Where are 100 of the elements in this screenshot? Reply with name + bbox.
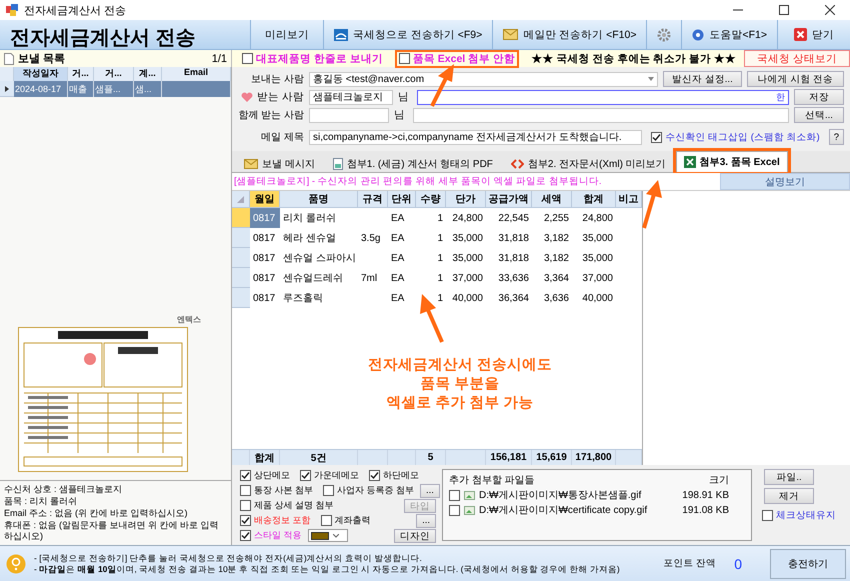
help-button[interactable]: ? — [828, 129, 844, 145]
option-checkbox[interactable]: 상단메모 — [236, 467, 294, 484]
logo-text: 엔텍스 — [177, 314, 201, 325]
charge-button[interactable]: 충전하기 — [770, 548, 846, 578]
explain-button[interactable]: 설명보기 — [720, 173, 850, 190]
option-checkbox[interactable]: 품목 Excel 첨부 안함 — [394, 50, 520, 68]
form-button[interactable]: 발신자 설정... — [663, 71, 742, 87]
point-value: 0 — [734, 556, 742, 572]
option-checkbox[interactable]: 체크상태유지 — [758, 507, 840, 524]
option-button[interactable]: ... — [416, 514, 436, 528]
row-header[interactable] — [0, 81, 14, 97]
app-icon — [6, 4, 18, 16]
option-checkbox[interactable]: 사업자 등록증 첨부 — [319, 482, 418, 499]
table-cell: 샘플... — [94, 81, 134, 97]
recipient-email-field[interactable]: 한 — [417, 90, 789, 104]
column-header[interactable]: 작성일자 — [14, 67, 68, 81]
table-cell-text: 1 — [436, 232, 444, 246]
tab[interactable]: 첨부3. 품목 Excel — [676, 151, 788, 172]
toolbar-button[interactable]: 도움말<F1> — [681, 20, 777, 49]
save-button[interactable]: 저장 — [794, 89, 844, 105]
file-button[interactable]: 제거 — [764, 488, 814, 504]
option-checkbox[interactable]: 통장 사본 첨부 — [236, 482, 318, 499]
file-name[interactable]: D:₩게시판이미지₩certificate copy.gif — [479, 503, 678, 517]
info-text: Email 주소 : 없음 (위 칸에 바로 입력하십시오) — [4, 508, 189, 519]
checkbox[interactable] — [300, 470, 311, 481]
checkbox[interactable] — [449, 504, 460, 516]
table-cell-text: EA — [390, 252, 406, 266]
corner-triangle-icon — [237, 196, 244, 202]
panel-title: 추가 첨부할 파일들 — [449, 474, 536, 487]
settings-button[interactable] — [646, 20, 682, 49]
info-text: 수신처 상호 : 샘플테크놀로지 — [4, 484, 124, 495]
recipient-name-field[interactable]: 샘플테크놀로지 — [309, 90, 393, 104]
cc-name-field[interactable] — [309, 108, 389, 122]
option-checkbox[interactable]: 대표제품명 한줄로 보내기 — [238, 50, 387, 68]
table-cell-text: 0817 — [252, 272, 276, 286]
option-checkbox[interactable]: 제품 상세 설명 첨부 — [236, 497, 338, 514]
form-button[interactable]: 나에게 시험 전송 — [746, 71, 844, 87]
table-cell-text: 1 — [436, 292, 444, 306]
tab[interactable]: 보낼 메시지 — [236, 154, 323, 172]
column-header: 크기 — [709, 474, 729, 487]
toolbar-button[interactable]: 미리보기 — [250, 20, 323, 49]
tab[interactable]: 첨부2. 전자문서(Xml) 미리보기 — [502, 154, 674, 172]
select-button[interactable]: 선택... — [794, 107, 844, 123]
column-header[interactable]: 월일 — [250, 191, 280, 208]
code-icon — [510, 158, 524, 168]
checkbox[interactable] — [449, 490, 460, 500]
file-name[interactable]: D:₩게시판이미지₩통장사본샘플.gif — [479, 488, 678, 502]
checkbox[interactable] — [762, 510, 773, 521]
toolbar-button[interactable]: 메일만 전송하기 <F10> — [492, 20, 646, 49]
option-button[interactable]: 디자인 — [394, 528, 436, 542]
checkbox[interactable] — [240, 485, 251, 496]
footer-text: - 마감일은 매월 10일이며, 국세청 전송 결과는 10분 후 직접 조회 또는 익일 로그인 시 자동으로 가져옵니다. (국세청에서 허용할 경우에 한해 가져옴) — [34, 564, 621, 574]
column-header[interactable]: 공급가액 — [486, 191, 532, 208]
column-header[interactable]: 거... — [94, 67, 134, 81]
checkbox[interactable] — [320, 515, 332, 526]
color-picker[interactable] — [308, 529, 348, 542]
checkbox[interactable] — [240, 500, 251, 511]
checkbox[interactable] — [240, 470, 251, 481]
envelope-icon — [244, 158, 258, 168]
table-cell-text: 24,800 — [581, 212, 614, 226]
checkbox[interactable] — [242, 53, 253, 64]
column-header[interactable]: 단가 — [446, 191, 486, 208]
checkbox[interactable] — [240, 530, 251, 541]
checkbox[interactable] — [651, 132, 662, 142]
status-button[interactable]: 국세청 상태보기 — [744, 50, 850, 67]
column-header[interactable]: 품명 — [280, 191, 358, 208]
option-checkbox[interactable]: 하단메모 — [365, 467, 423, 484]
checkbox[interactable] — [398, 53, 410, 64]
column-header[interactable]: 단위 — [388, 191, 416, 208]
tab[interactable]: 첨부1. (세금) 계산서 형태의 PDF — [324, 154, 501, 172]
envelope-icon — [503, 29, 518, 40]
toolbar-button[interactable]: 국세청으로 전송하기 <F9> — [322, 20, 492, 49]
subject-field[interactable]: si,companyname->ci,companyname 전자세금계산서가 도착했습니다. — [309, 130, 642, 144]
column-header[interactable]: 거... — [68, 67, 94, 81]
table-cell-text: 24,800 — [451, 212, 484, 226]
option-button[interactable]: ... — [420, 484, 440, 498]
table-cell-text: 7ml — [360, 272, 378, 286]
file-button[interactable]: 파일.. — [764, 469, 814, 485]
table-cell-text: 35,000 — [581, 232, 614, 246]
column-header[interactable]: 합계 — [572, 191, 616, 208]
page-title: 전자세금계산서 전송 — [9, 26, 197, 49]
column-header[interactable]: Email — [162, 67, 231, 81]
checkbox[interactable] — [369, 470, 380, 481]
option-checkbox[interactable]: 수신확인 태그삽입 (스팸함 최소화) — [647, 128, 824, 146]
sender-dropdown[interactable]: 홍길동 <test@naver.com — [309, 72, 658, 86]
option-checkbox[interactable]: 계좌출력 — [316, 512, 375, 529]
option-checkbox[interactable]: 가운데메모 — [296, 467, 363, 484]
column-header[interactable]: 규격 — [358, 191, 388, 208]
checkbox[interactable] — [240, 515, 251, 526]
column-header[interactable]: 세액 — [532, 191, 572, 208]
toolbar-button[interactable]: 닫기 — [777, 20, 850, 49]
table-cell: 매출 — [68, 81, 94, 97]
table-cell-text: EA — [390, 272, 406, 286]
column-header[interactable]: 수량 — [416, 191, 446, 208]
suffix-text: 님 — [394, 108, 406, 122]
column-header[interactable]: 비고 — [616, 191, 642, 208]
checkbox[interactable] — [323, 485, 334, 496]
info-text: 품목 : 리치 롤러쉬 — [4, 496, 78, 507]
column-header[interactable]: 계... — [134, 67, 162, 81]
cc-email-field[interactable] — [413, 108, 789, 122]
